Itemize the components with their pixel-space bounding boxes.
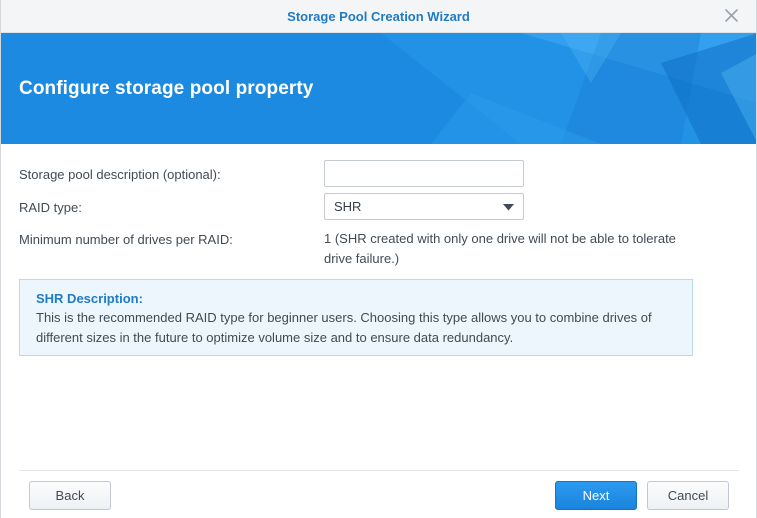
min-drives-label: Minimum number of drives per RAID:	[19, 232, 233, 247]
raid-description-title: SHR Description:	[36, 291, 143, 306]
back-button[interactable]: Back	[29, 481, 111, 510]
wizard-window: Storage Pool Creation Wizard Configure s…	[0, 0, 757, 518]
title-bar: Storage Pool Creation Wizard	[1, 0, 756, 33]
raid-type-value: SHR	[334, 199, 362, 214]
raid-description-text: This is the recommended RAID type for be…	[36, 310, 652, 345]
min-drives-value: 1 (SHR created with only one drive will …	[324, 231, 676, 266]
header-banner: Configure storage pool property	[1, 33, 756, 144]
description-input[interactable]	[324, 160, 524, 187]
raid-type-select[interactable]: SHR	[324, 193, 524, 220]
close-icon	[725, 9, 738, 22]
page-heading: Configure storage pool property	[19, 78, 314, 99]
description-label: Storage pool description (optional):	[19, 167, 221, 182]
next-button[interactable]: Next	[555, 481, 637, 510]
chevron-down-icon	[503, 204, 514, 211]
cancel-button[interactable]: Cancel	[647, 481, 729, 510]
raid-type-label: RAID type:	[19, 200, 82, 215]
window-title: Storage Pool Creation Wizard	[287, 9, 470, 24]
close-button[interactable]	[722, 6, 742, 26]
raid-description-box: SHR Description: This is the recommended…	[19, 279, 693, 356]
footer-divider	[19, 470, 739, 471]
